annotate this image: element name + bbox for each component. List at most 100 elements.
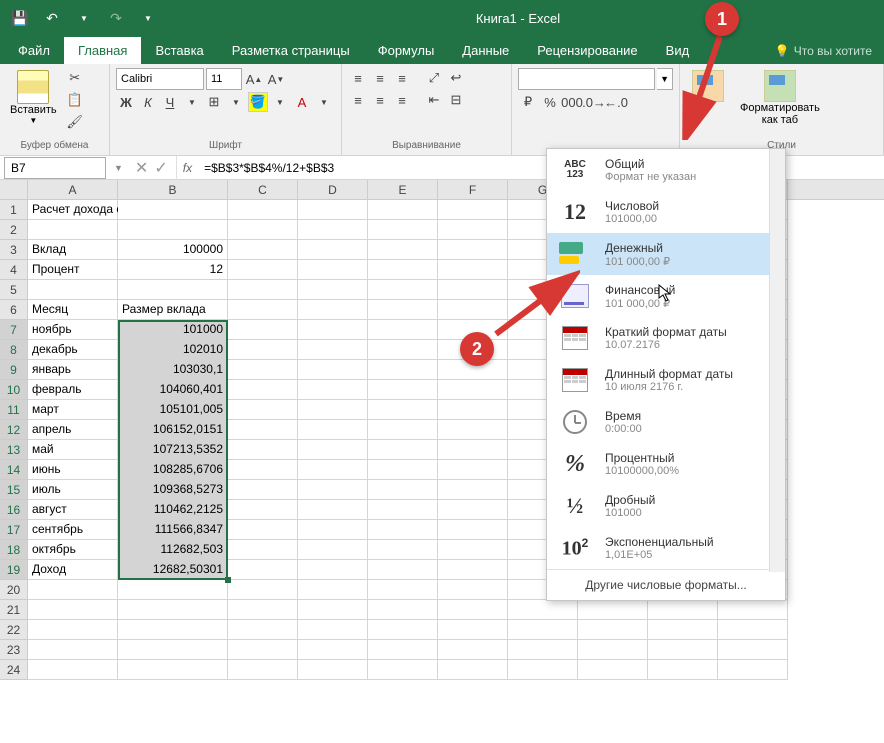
cell-F16[interactable] bbox=[438, 500, 508, 520]
cell-B3[interactable]: 100000 bbox=[118, 240, 228, 260]
cell-C15[interactable] bbox=[228, 480, 298, 500]
cell-J21[interactable] bbox=[718, 600, 788, 620]
cell-B8[interactable]: 102010 bbox=[118, 340, 228, 360]
cell-A23[interactable] bbox=[28, 640, 118, 660]
format-item-currency[interactable]: Денежный101 000,00 ₽ bbox=[547, 233, 785, 275]
cell-D15[interactable] bbox=[298, 480, 368, 500]
cell-A1[interactable]: Расчет дохода от вклада bbox=[28, 200, 118, 220]
cell-A3[interactable]: Вклад bbox=[28, 240, 118, 260]
cell-D10[interactable] bbox=[298, 380, 368, 400]
cell-D3[interactable] bbox=[298, 240, 368, 260]
cell-F10[interactable] bbox=[438, 380, 508, 400]
cell-C12[interactable] bbox=[228, 420, 298, 440]
tab-insert[interactable]: Вставка bbox=[141, 37, 217, 64]
cell-I24[interactable] bbox=[648, 660, 718, 680]
cell-B5[interactable] bbox=[118, 280, 228, 300]
row-header-12[interactable]: 12 bbox=[0, 420, 28, 440]
row-header-2[interactable]: 2 bbox=[0, 220, 28, 240]
cell-B9[interactable]: 103030,1 bbox=[118, 360, 228, 380]
row-header-1[interactable]: 1 bbox=[0, 200, 28, 220]
cell-D12[interactable] bbox=[298, 420, 368, 440]
cell-D21[interactable] bbox=[298, 600, 368, 620]
row-header-22[interactable]: 22 bbox=[0, 620, 28, 640]
tab-page-layout[interactable]: Разметка страницы bbox=[218, 37, 364, 64]
cancel-icon[interactable]: ✕ bbox=[135, 158, 148, 178]
row-header-11[interactable]: 11 bbox=[0, 400, 28, 420]
cell-E13[interactable] bbox=[368, 440, 438, 460]
fill-color-icon[interactable]: 🪣 bbox=[248, 92, 268, 112]
format-item-longdate[interactable]: Длинный формат даты10 июля 2176 г. bbox=[547, 359, 785, 401]
cell-C23[interactable] bbox=[228, 640, 298, 660]
format-item-number[interactable]: 12Числовой101000,00 bbox=[547, 191, 785, 233]
row-header-3[interactable]: 3 bbox=[0, 240, 28, 260]
cell-F18[interactable] bbox=[438, 540, 508, 560]
cell-E10[interactable] bbox=[368, 380, 438, 400]
cell-C4[interactable] bbox=[228, 260, 298, 280]
cell-B6[interactable]: Размер вклада bbox=[118, 300, 228, 320]
cell-H22[interactable] bbox=[578, 620, 648, 640]
cell-I22[interactable] bbox=[648, 620, 718, 640]
cell-B1[interactable] bbox=[118, 200, 228, 220]
name-box[interactable] bbox=[4, 157, 106, 179]
cell-E17[interactable] bbox=[368, 520, 438, 540]
cell-D20[interactable] bbox=[298, 580, 368, 600]
cell-C5[interactable] bbox=[228, 280, 298, 300]
more-number-formats[interactable]: Другие числовые форматы... bbox=[547, 569, 785, 600]
cell-D14[interactable] bbox=[298, 460, 368, 480]
cell-A11[interactable]: март bbox=[28, 400, 118, 420]
column-header-F[interactable]: F bbox=[438, 180, 508, 199]
cell-B24[interactable] bbox=[118, 660, 228, 680]
cell-B17[interactable]: 111566,8347 bbox=[118, 520, 228, 540]
undo-icon[interactable]: ↶ bbox=[40, 6, 64, 30]
cell-E6[interactable] bbox=[368, 300, 438, 320]
column-header-D[interactable]: D bbox=[298, 180, 368, 199]
row-header-13[interactable]: 13 bbox=[0, 440, 28, 460]
cell-F20[interactable] bbox=[438, 580, 508, 600]
cell-B18[interactable]: 112682,503 bbox=[118, 540, 228, 560]
row-header-10[interactable]: 10 bbox=[0, 380, 28, 400]
align-center-icon[interactable]: ≡ bbox=[370, 90, 390, 110]
cell-E7[interactable] bbox=[368, 320, 438, 340]
cell-C16[interactable] bbox=[228, 500, 298, 520]
cell-A24[interactable] bbox=[28, 660, 118, 680]
row-header-5[interactable]: 5 bbox=[0, 280, 28, 300]
underline-button[interactable]: Ч bbox=[160, 92, 180, 112]
cell-B14[interactable]: 108285,6706 bbox=[118, 460, 228, 480]
cell-B23[interactable] bbox=[118, 640, 228, 660]
cell-C19[interactable] bbox=[228, 560, 298, 580]
cell-G23[interactable] bbox=[508, 640, 578, 660]
font-color-icon[interactable]: A bbox=[292, 92, 312, 112]
cell-E9[interactable] bbox=[368, 360, 438, 380]
cell-D16[interactable] bbox=[298, 500, 368, 520]
cell-A20[interactable] bbox=[28, 580, 118, 600]
chevron-down-icon[interactable]: ▼ bbox=[182, 92, 202, 112]
cell-C21[interactable] bbox=[228, 600, 298, 620]
cell-A15[interactable]: июль bbox=[28, 480, 118, 500]
cell-D7[interactable] bbox=[298, 320, 368, 340]
tab-file[interactable]: Файл bbox=[4, 37, 64, 64]
enter-icon[interactable]: ✓ bbox=[154, 158, 167, 178]
increase-font-icon[interactable]: A▲ bbox=[244, 69, 264, 89]
cell-C3[interactable] bbox=[228, 240, 298, 260]
cell-C24[interactable] bbox=[228, 660, 298, 680]
cell-A16[interactable]: август bbox=[28, 500, 118, 520]
cell-C22[interactable] bbox=[228, 620, 298, 640]
tell-me-search[interactable]: 💡 Что вы хотите bbox=[763, 38, 884, 64]
cell-E8[interactable] bbox=[368, 340, 438, 360]
decrease-decimal-icon[interactable]: ←.0 bbox=[606, 92, 626, 112]
align-left-icon[interactable]: ≡ bbox=[348, 90, 368, 110]
cell-C14[interactable] bbox=[228, 460, 298, 480]
cell-C13[interactable] bbox=[228, 440, 298, 460]
row-header-20[interactable]: 20 bbox=[0, 580, 28, 600]
cell-E11[interactable] bbox=[368, 400, 438, 420]
cell-C18[interactable] bbox=[228, 540, 298, 560]
number-format-dropdown[interactable]: ▼ bbox=[657, 68, 673, 90]
align-middle-icon[interactable]: ≡ bbox=[370, 68, 390, 88]
align-top-icon[interactable]: ≡ bbox=[348, 68, 368, 88]
cell-B22[interactable] bbox=[118, 620, 228, 640]
selection-fill-handle[interactable] bbox=[225, 577, 231, 583]
cell-A7[interactable]: ноябрь bbox=[28, 320, 118, 340]
cell-F11[interactable] bbox=[438, 400, 508, 420]
fx-icon[interactable]: fx bbox=[177, 161, 198, 175]
cell-F19[interactable] bbox=[438, 560, 508, 580]
